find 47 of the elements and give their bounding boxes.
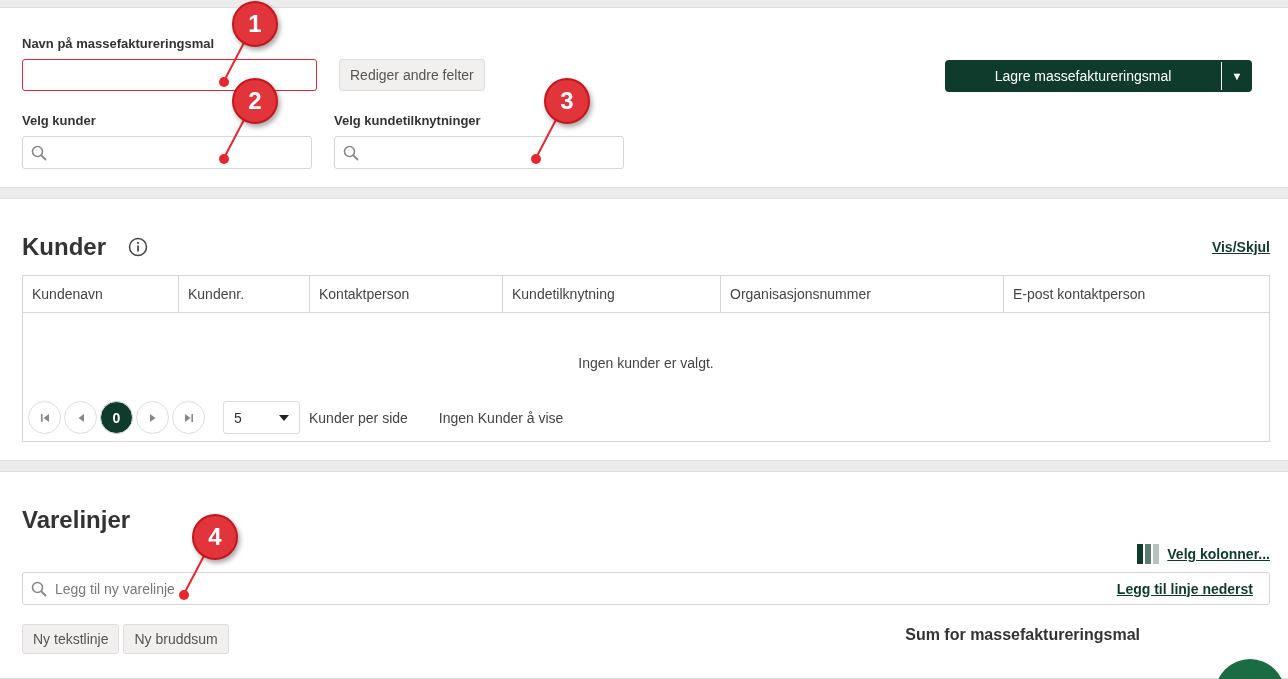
column-header: E-post kontaktperson (1003, 276, 1269, 312)
search-icon (31, 144, 47, 161)
field-label: Navn på massefaktureringsmal (22, 36, 216, 51)
first-page-button[interactable] (28, 401, 61, 434)
callout-badge: 4 (192, 514, 238, 560)
add-line-link[interactable]: Legg til linje nederst (1116, 580, 1253, 597)
save-button[interactable]: Lagre massefaktureringsmal (945, 60, 1221, 92)
edit-fields-button[interactable]: Rediger andre felter (339, 59, 485, 91)
pager-status: Ingen Kunder å vise (438, 409, 564, 426)
callout-badge: 1 (232, 1, 278, 47)
search-field[interactable] (22, 136, 312, 169)
section-title: Kunder (22, 233, 106, 261)
add-line-button[interactable]: Ny tekstlinje (22, 624, 120, 654)
info-icon (128, 237, 148, 257)
columns-icon (1137, 544, 1160, 564)
section-title: Varelinjer (22, 506, 132, 534)
callout-badge: 3 (544, 78, 590, 124)
callout-badge: 2 (232, 78, 278, 124)
first-page-icon (39, 412, 50, 423)
previous-page-button[interactable] (64, 401, 97, 434)
name-field[interactable] (22, 59, 317, 91)
previous-icon (76, 412, 85, 423)
empty-message: Ingen kunder er valgt. (577, 354, 715, 373)
toggle-link[interactable]: Vis/Skjul (1211, 239, 1270, 255)
column-header: Kundetilknytning (502, 276, 720, 312)
page-size-select[interactable]: 5 (223, 401, 300, 434)
add-line-button[interactable]: Ny bruddsum (123, 624, 229, 654)
field-label: Velg kundetilknytninger (334, 113, 482, 128)
column-header: Kontaktperson (309, 276, 502, 312)
search-icon (31, 580, 47, 597)
column-header: Kundenavn (31, 285, 104, 304)
page-button[interactable]: 0 (100, 401, 133, 434)
next-icon (148, 412, 157, 423)
search-field[interactable]: Legg til ny varelinje Legg til linje nederst (22, 572, 1270, 605)
search-icon (343, 144, 359, 161)
per-page-label: Kunder per side (309, 409, 408, 426)
caret-icon (279, 413, 289, 422)
next-page-button[interactable] (136, 401, 169, 434)
dropdown-button[interactable]: ▼ (1221, 62, 1252, 90)
choose-columns-link[interactable]: Velg kolonner... (1167, 546, 1270, 562)
last-page-button[interactable] (172, 401, 205, 434)
sum-title: Sum for massefaktureringsmal (905, 626, 1140, 644)
search-field[interactable] (334, 136, 624, 169)
last-page-icon (183, 412, 194, 423)
column-header: Organisasjonsnummer (720, 276, 1003, 312)
field-label: Velg kunder (22, 113, 97, 128)
column-header: Kundenr. (178, 276, 309, 312)
